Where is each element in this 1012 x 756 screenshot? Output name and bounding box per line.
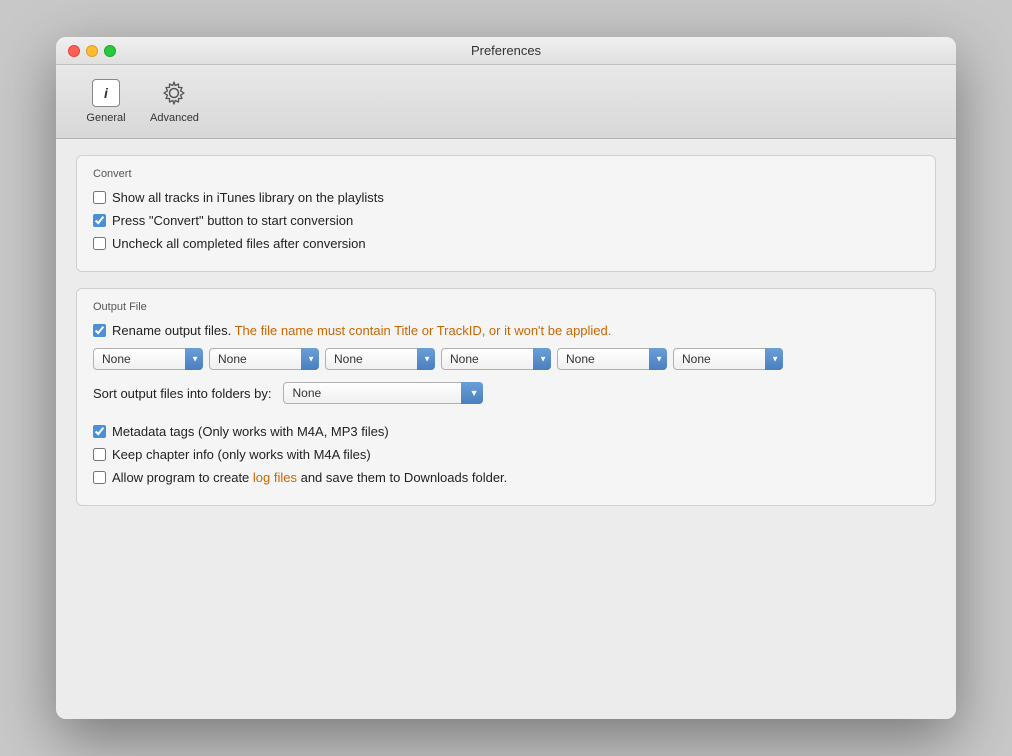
rename-label: Rename output files. The file name must … (112, 323, 611, 338)
convert-checkbox-row-3: Uncheck all completed files after conver… (93, 236, 919, 251)
maximize-button[interactable] (104, 45, 116, 57)
close-button[interactable] (68, 45, 80, 57)
advanced-icon (158, 77, 190, 109)
sort-select-wrapper: None (283, 382, 483, 404)
dropdown-3[interactable]: None (325, 348, 435, 370)
show-tracks-label: Show all tracks in iTunes library on the… (112, 190, 384, 205)
press-convert-checkbox[interactable] (93, 214, 106, 227)
dropdown-3-wrapper: None (325, 348, 435, 370)
dropdown-6[interactable]: None (673, 348, 783, 370)
convert-checkbox-row-2: Press "Convert" button to start conversi… (93, 213, 919, 228)
metadata-row: Metadata tags (Only works with M4A, MP3 … (93, 424, 919, 439)
toolbar-advanced[interactable]: Advanced (140, 73, 209, 128)
toolbar: i General Advanced (56, 65, 956, 139)
window-title: Preferences (471, 43, 541, 58)
rename-note: The file name must contain Title or Trac… (231, 323, 611, 338)
dropdown-1-wrapper: None (93, 348, 203, 370)
dropdown-5[interactable]: None (557, 348, 667, 370)
dropdown-5-wrapper: None (557, 348, 667, 370)
general-label: General (86, 112, 125, 124)
general-icon: i (90, 77, 122, 109)
show-tracks-checkbox[interactable] (93, 191, 106, 204)
chapter-row: Keep chapter info (only works with M4A f… (93, 447, 919, 462)
press-convert-label: Press "Convert" button to start conversi… (112, 213, 353, 228)
dropdown-4-wrapper: None (441, 348, 551, 370)
dropdown-1[interactable]: None (93, 348, 203, 370)
dropdowns-row: None None None None (93, 348, 919, 370)
convert-section-title: Convert (93, 168, 919, 180)
log-label: Allow program to create log files and sa… (112, 470, 507, 485)
content-area: Convert Show all tracks in iTunes librar… (56, 139, 956, 719)
output-section: Output File Rename output files. The fil… (76, 288, 936, 506)
dropdown-6-wrapper: None (673, 348, 783, 370)
metadata-label: Metadata tags (Only works with M4A, MP3 … (112, 424, 389, 439)
convert-section: Convert Show all tracks in iTunes librar… (76, 155, 936, 272)
preferences-window: Preferences i General Advanced Convert (56, 37, 956, 719)
sort-label: Sort output files into folders by: (93, 386, 271, 401)
log-row: Allow program to create log files and sa… (93, 470, 919, 485)
rename-row: Rename output files. The file name must … (93, 323, 919, 338)
convert-checkbox-row-1: Show all tracks in iTunes library on the… (93, 190, 919, 205)
dropdown-2-wrapper: None (209, 348, 319, 370)
advanced-label: Advanced (150, 112, 199, 124)
sort-select[interactable]: None (283, 382, 483, 404)
uncheck-completed-label: Uncheck all completed files after conver… (112, 236, 366, 251)
minimize-button[interactable] (86, 45, 98, 57)
rename-checkbox[interactable] (93, 324, 106, 337)
traffic-lights (68, 45, 116, 57)
uncheck-completed-checkbox[interactable] (93, 237, 106, 250)
chapter-label: Keep chapter info (only works with M4A f… (112, 447, 371, 462)
chapter-checkbox[interactable] (93, 448, 106, 461)
toolbar-general[interactable]: i General (76, 73, 136, 128)
sort-row: Sort output files into folders by: None (93, 382, 919, 404)
metadata-checkbox[interactable] (93, 425, 106, 438)
log-checkbox[interactable] (93, 471, 106, 484)
dropdown-2[interactable]: None (209, 348, 319, 370)
output-section-title: Output File (93, 301, 919, 313)
title-bar: Preferences (56, 37, 956, 65)
dropdown-4[interactable]: None (441, 348, 551, 370)
